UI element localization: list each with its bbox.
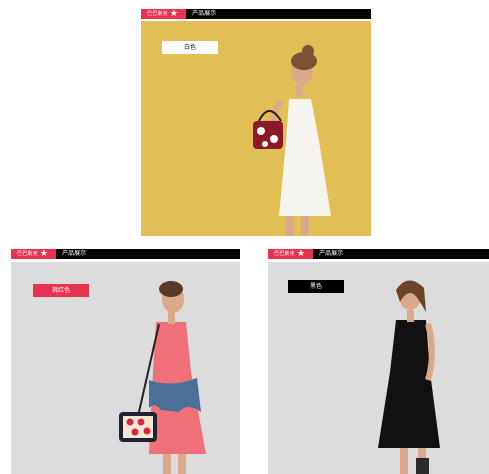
card-header: 巴巴斯克 ★ 产品展示	[268, 249, 489, 259]
brand-name: 巴巴斯克	[17, 251, 38, 257]
card-header: 巴巴斯克 ★ 产品展示	[141, 9, 371, 19]
star-icon: ★	[296, 249, 306, 259]
product-photo: 白色	[141, 21, 371, 236]
product-photo: 桃红色	[11, 262, 240, 474]
color-tag: 黑色	[288, 280, 344, 293]
card-header: 巴巴斯克 ★ 产品展示	[11, 249, 240, 259]
star-icon: ★	[169, 9, 179, 19]
product-card-coral[interactable]: 巴巴斯克 ★ 产品展示 桃红色	[11, 249, 240, 474]
color-tag: 桃红色	[33, 284, 89, 297]
brand-logo: 巴巴斯克 ★	[268, 249, 314, 259]
model-illustration	[268, 262, 489, 474]
header-title: 产品展示	[62, 250, 87, 257]
brand-name: 巴巴斯克	[147, 11, 168, 17]
star-icon: ★	[39, 249, 49, 259]
brand-logo: 巴巴斯克 ★	[141, 9, 187, 19]
product-card-black[interactable]: 巴巴斯克 ★ 产品展示 黑色	[268, 249, 489, 474]
product-card-white[interactable]: 巴巴斯克 ★ 产品展示 白色	[141, 9, 371, 236]
brand-name: 巴巴斯克	[274, 251, 295, 257]
header-title: 产品展示	[192, 10, 217, 17]
color-tag: 白色	[162, 41, 218, 54]
header-title: 产品展示	[319, 250, 344, 257]
brand-logo: 巴巴斯克 ★	[11, 249, 57, 259]
product-photo: 黑色	[268, 262, 489, 474]
